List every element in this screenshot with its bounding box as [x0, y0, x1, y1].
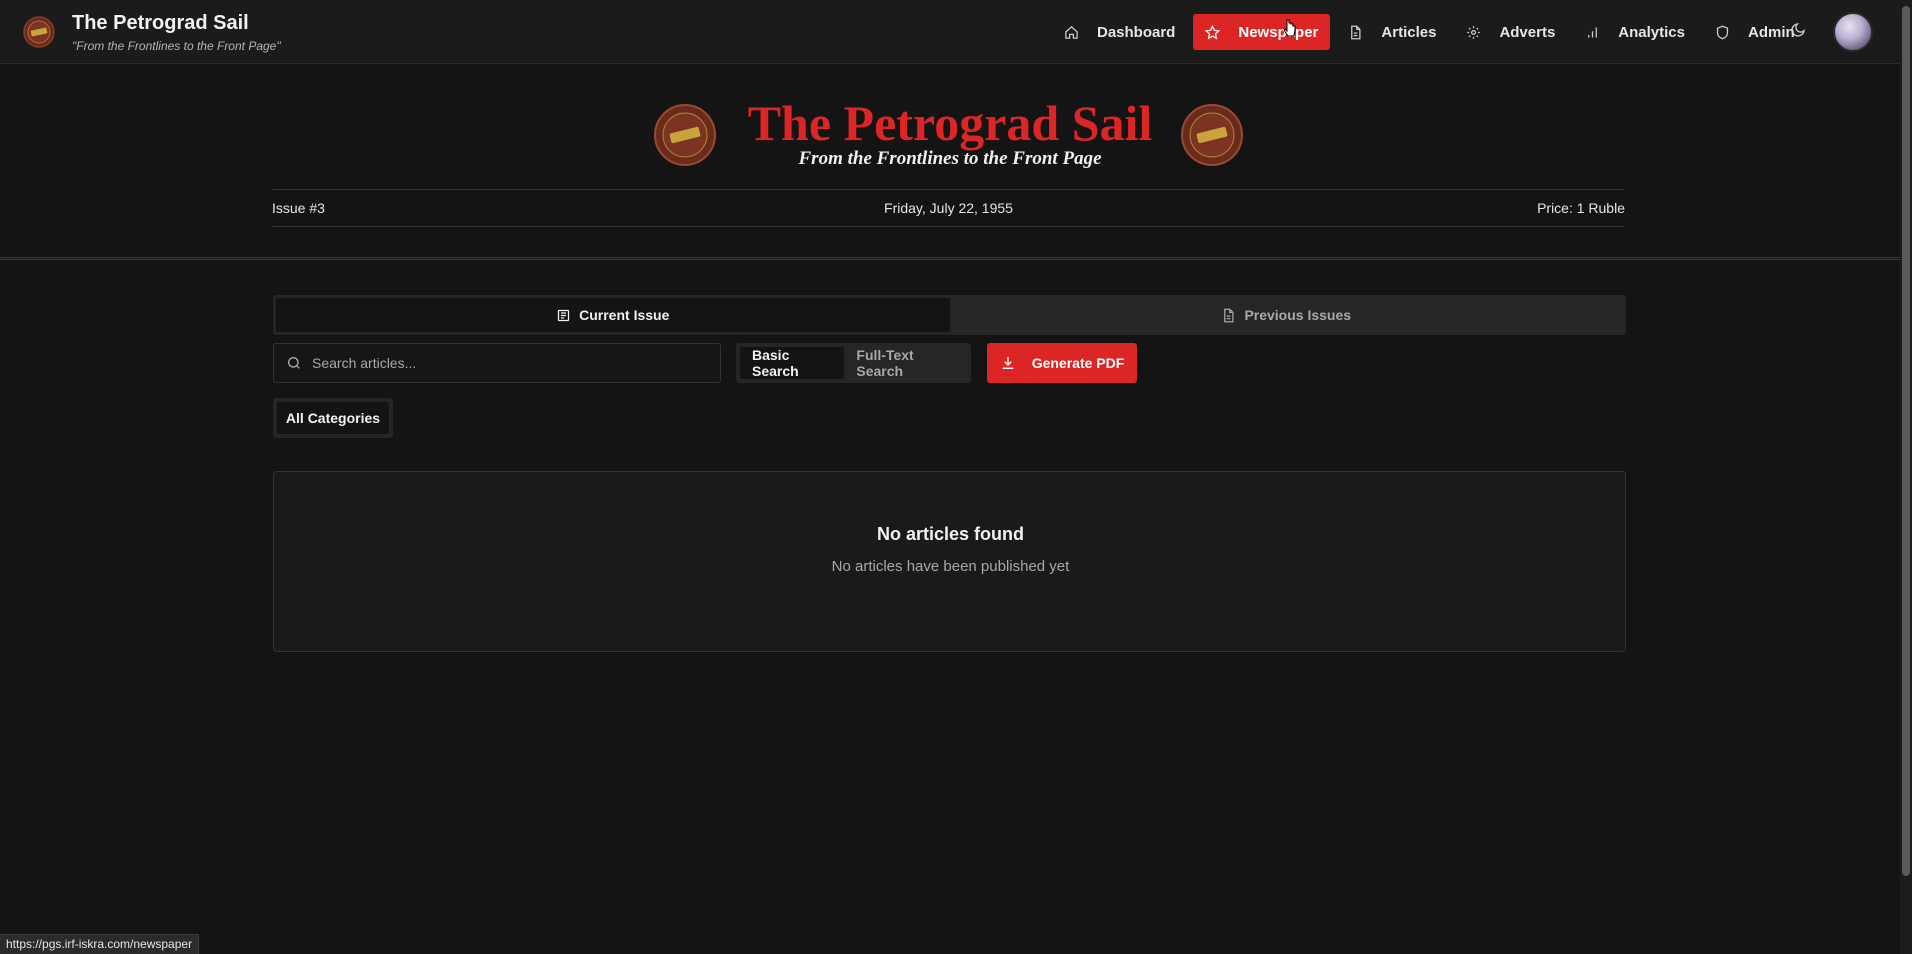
- moon-icon: [1791, 23, 1805, 37]
- nav-admin-label: Admin: [1748, 23, 1795, 41]
- full-text-search-button[interactable]: Full-Text Search: [844, 347, 967, 379]
- download-icon: [1002, 357, 1014, 369]
- document-icon: [1224, 308, 1234, 322]
- main-nav: Dashboard Newspaper Articles Adverts Ana…: [1052, 14, 1813, 50]
- issue-price: Price: 1 Ruble: [1537, 200, 1625, 216]
- category-filter: All Categories: [273, 398, 393, 438]
- basic-search-button[interactable]: Basic Search: [740, 347, 845, 379]
- home-icon: [1065, 25, 1078, 39]
- search-icon: [288, 357, 300, 369]
- mouse-cursor-icon: [1283, 19, 1296, 37]
- page-scrollbar[interactable]: [1900, 0, 1912, 954]
- shield-icon: [1716, 25, 1729, 39]
- empty-state-message: No articles have been published yet: [831, 558, 1070, 575]
- tab-previous-issues[interactable]: Previous Issues: [950, 298, 1624, 332]
- seal-emblem-icon: [1181, 104, 1243, 166]
- nav-dashboard[interactable]: Dashboard: [1052, 14, 1187, 50]
- search-mode-toggle: Basic Search Full-Text Search: [736, 343, 971, 383]
- nav-articles[interactable]: Articles: [1336, 14, 1448, 50]
- generate-pdf-button[interactable]: Generate PDF: [987, 343, 1137, 383]
- tab-previous-issues-label: Previous Issues: [1244, 307, 1352, 323]
- scrollbar-thumb[interactable]: [1902, 6, 1910, 876]
- brand-title[interactable]: The Petrograd Sail: [72, 12, 249, 35]
- star-icon: [1205, 24, 1221, 39]
- user-avatar[interactable]: [1833, 12, 1873, 52]
- generate-pdf-label: Generate PDF: [1031, 355, 1125, 371]
- nav-adverts[interactable]: Adverts: [1454, 14, 1567, 50]
- top-navbar: The Petrograd Sail "From the Frontlines …: [0, 0, 1900, 64]
- category-all-button[interactable]: All Categories: [277, 402, 389, 434]
- tab-current-issue[interactable]: Current Issue: [276, 298, 950, 332]
- newspaper-masthead: The Petrograd Sail From the Frontlines t…: [0, 64, 1900, 260]
- issue-tabs: Current Issue Previous Issues: [273, 295, 1626, 335]
- issue-number: Issue #3: [272, 200, 325, 216]
- gear-icon: [1467, 25, 1481, 39]
- newspaper-icon: [558, 309, 570, 321]
- search-box: [273, 343, 721, 383]
- search-input[interactable]: [312, 345, 720, 381]
- articles-empty-state: No articles found No articles have been …: [273, 471, 1626, 652]
- nav-analytics-label: Analytics: [1618, 23, 1685, 41]
- nav-analytics[interactable]: Analytics: [1573, 14, 1697, 50]
- tab-current-issue-label: Current Issue: [579, 307, 670, 323]
- empty-state-title: No articles found: [876, 524, 1024, 544]
- nav-dashboard-label: Dashboard: [1097, 23, 1176, 41]
- brand-logo-icon[interactable]: [23, 16, 55, 48]
- brand-tagline: "From the Frontlines to the Front Page": [72, 39, 281, 53]
- issue-date: Friday, July 22, 1955: [884, 200, 1013, 216]
- nav-articles-label: Articles: [1381, 23, 1437, 41]
- theme-toggle-button[interactable]: [1790, 22, 1808, 40]
- bar-chart-icon: [1588, 27, 1598, 37]
- nav-newspaper[interactable]: Newspaper: [1193, 14, 1331, 50]
- status-bar-url: https://pgs.irf-iskra.com/newspaper: [0, 934, 200, 954]
- nav-adverts-label: Adverts: [1499, 23, 1556, 41]
- issue-info-bar: Issue #3 Friday, July 22, 1955 Price: 1 …: [272, 189, 1625, 227]
- document-icon: [1351, 25, 1361, 39]
- masthead-subtitle: From the Frontlines to the Front Page: [798, 148, 1102, 169]
- masthead-title: The Petrograd Sail: [747, 95, 1153, 151]
- nav-newspaper-label: Newspaper: [1238, 23, 1319, 41]
